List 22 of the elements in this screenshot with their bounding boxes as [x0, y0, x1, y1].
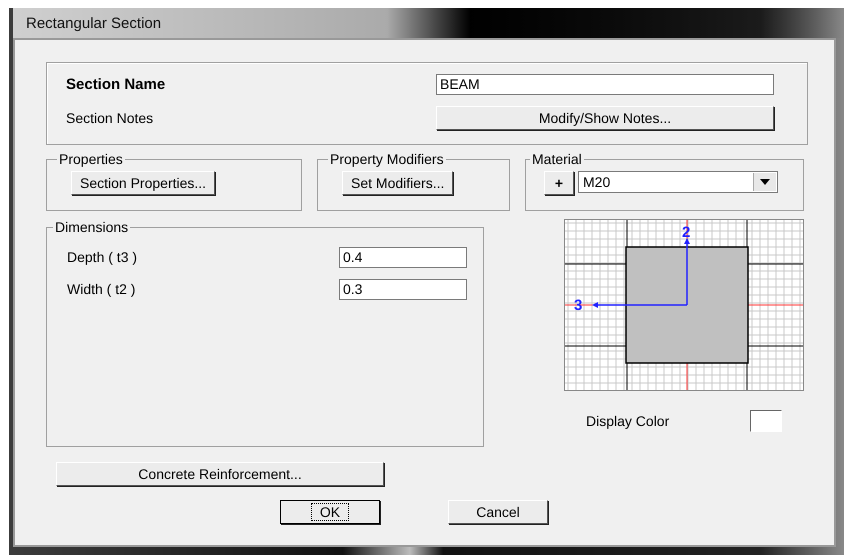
section-name-field[interactable]: BEAM — [436, 74, 774, 94]
dialog-button[interactable]: Cancel — [448, 500, 548, 524]
section-notes-label: Section Notes — [66, 110, 154, 126]
window-title: Rectangular Section — [26, 14, 162, 32]
display-color-label: Display Color — [586, 413, 670, 429]
dialog-button[interactable]: OK — [280, 500, 380, 524]
material-dropdown[interactable]: M20 — [578, 171, 778, 193]
group-title: Properties — [58, 151, 124, 167]
modify-notes-button[interactable]: Modify/Show Notes... — [436, 106, 774, 130]
dimension-field[interactable]: 0.4 — [339, 246, 467, 268]
dimension-label: Depth ( t3 ) — [67, 249, 138, 265]
section-name-label: Section Name — [66, 76, 166, 92]
group-title: Dimensions — [54, 219, 130, 235]
add-material-button[interactable]: + — [544, 171, 574, 195]
color-swatch[interactable] — [750, 410, 782, 432]
group-title: Material — [531, 151, 583, 167]
dimension-field[interactable]: 0.3 — [339, 278, 467, 300]
set-modifiers-button[interactable]: Set Modifiers... — [342, 171, 454, 195]
group-title: Property Modifiers — [329, 151, 445, 167]
section-properties-button[interactable]: Section Properties... — [71, 171, 216, 195]
dimension-label: Width ( t2 ) — [67, 281, 136, 297]
concrete-reinforcement-button[interactable]: Concrete Reinforcement... — [56, 462, 384, 486]
